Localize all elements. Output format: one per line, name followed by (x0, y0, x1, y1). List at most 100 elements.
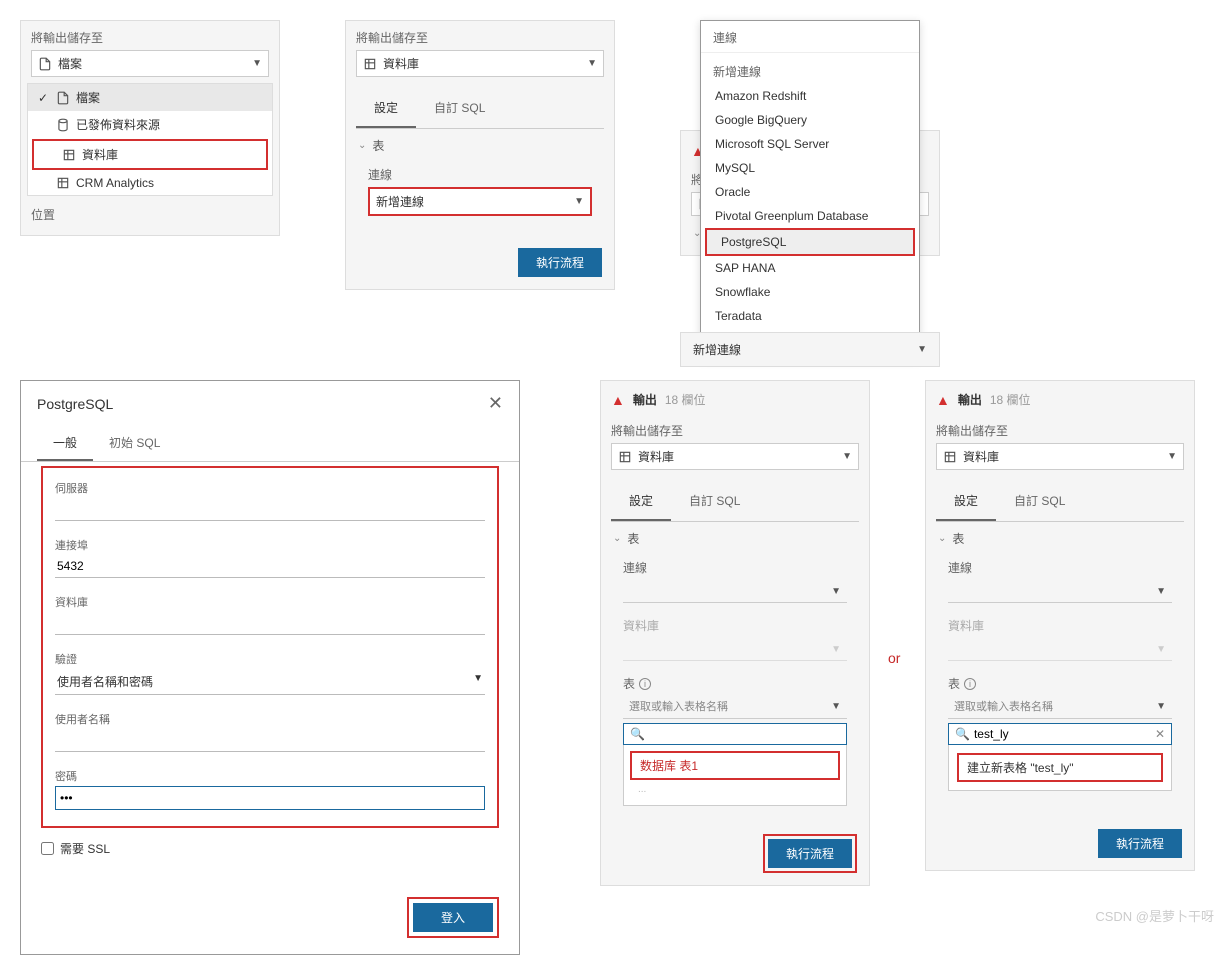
dropdown-list: ✓ 檔案 已發佈資料來源 資料庫 CRM Analytics (27, 83, 273, 196)
connection-select[interactable]: ▼ (948, 580, 1172, 603)
search-icon: 🔍 (630, 727, 645, 741)
table-section[interactable]: ⌄ 表 (601, 522, 869, 555)
database-input[interactable] (55, 612, 485, 635)
chevron-down-icon: ⌄ (613, 533, 621, 544)
select-value: 資料庫 (638, 448, 674, 465)
table-label: 表 (627, 530, 639, 547)
connection-select[interactable]: 新增連線 ▼ (368, 187, 592, 216)
tab-settings[interactable]: 設定 (936, 482, 996, 521)
new-conn-select[interactable]: 新增連線 ▼ (681, 333, 939, 366)
table-section[interactable]: ⌄ 表 (346, 129, 614, 162)
table-section[interactable]: ⌄ 表 (926, 522, 1194, 555)
conn-mysql[interactable]: MySQL (701, 156, 919, 180)
output-label: 輸出 (958, 391, 982, 408)
port-label: 連接埠 (55, 537, 485, 553)
option-published[interactable]: 已發佈資料來源 (28, 111, 272, 138)
run-flow-button[interactable]: 執行流程 (1098, 829, 1182, 858)
output-type-select[interactable]: 資料庫 ▼ (611, 443, 859, 470)
connection-header: 連線 (701, 21, 919, 48)
output-type-select[interactable]: 資料庫 ▼ (936, 443, 1184, 470)
caret-down-icon: ▼ (1167, 451, 1177, 462)
caret-down-icon: ▼ (831, 701, 841, 712)
server-input[interactable] (55, 498, 485, 521)
option-label: 已發佈資料來源 (76, 116, 160, 133)
conn-saphana[interactable]: SAP HANA (701, 256, 919, 280)
database-icon (363, 57, 377, 71)
caret-down-icon: ▼ (473, 673, 483, 690)
dialog-title: PostgreSQL (37, 396, 113, 412)
password-label: 密碼 (55, 768, 485, 784)
run-flow-button[interactable]: 執行流程 (768, 839, 852, 868)
table-search-input[interactable] (974, 727, 1151, 741)
option-file[interactable]: ✓ 檔案 (28, 84, 272, 111)
tab-settings[interactable]: 設定 (356, 89, 416, 128)
login-button[interactable]: 登入 (413, 903, 493, 932)
table-label: 表 (952, 530, 964, 547)
conn-postgresql[interactable]: PostgreSQL (705, 228, 915, 256)
close-icon[interactable]: ✕ (488, 393, 503, 414)
connection-select[interactable]: ▼ (623, 580, 847, 603)
tab-settings[interactable]: 設定 (611, 482, 671, 521)
output-type-select[interactable]: 資料庫 ▼ (356, 50, 604, 77)
table-field-label: 表 (623, 675, 635, 692)
port-input[interactable] (55, 555, 485, 578)
conn-snowflake[interactable]: Snowflake (701, 280, 919, 304)
table-select[interactable]: 選取或輸入表格名稱 ▼ (623, 694, 847, 719)
warning-icon: ▲ (936, 392, 950, 408)
output-label: 輸出 (633, 391, 657, 408)
file-icon (38, 57, 52, 71)
conn-mssql[interactable]: Microsoft SQL Server (701, 132, 919, 156)
option-crm[interactable]: CRM Analytics (28, 171, 272, 195)
save-output-panel-2: 將輸出儲存至 資料庫 ▼ 設定 自訂 SQL ⌄ 表 連線 新增連線 ▼ 執行流… (345, 20, 615, 290)
result-item[interactable]: 数据库 表1 (630, 751, 840, 780)
save-to-label: 將輸出儲存至 (356, 29, 604, 46)
database-icon (618, 450, 632, 464)
cylinder-icon (56, 118, 70, 132)
ssl-checkbox[interactable] (41, 842, 54, 855)
password-input[interactable] (55, 786, 485, 810)
table-label: 表 (372, 137, 384, 154)
result-placeholder: ... (630, 780, 840, 799)
search-results: 数据库 表1 ... (623, 745, 847, 806)
tab-sql[interactable]: 自訂 SQL (671, 482, 758, 521)
search-results: 建立新表格 "test_ly" (948, 745, 1172, 791)
caret-down-icon: ▼ (842, 451, 852, 462)
run-flow-button[interactable]: 執行流程 (518, 248, 602, 277)
conn-teradata[interactable]: Teradata (701, 304, 919, 328)
conn-redshift[interactable]: Amazon Redshift (701, 84, 919, 108)
connection-dropdown: 連線 新增連線 Amazon Redshift Google BigQuery … (700, 20, 920, 359)
username-input[interactable] (55, 729, 485, 752)
conn-bigquery[interactable]: Google BigQuery (701, 108, 919, 132)
output-type-select[interactable]: 檔案 ▼ (31, 50, 269, 77)
connection-label: 連線 (948, 559, 1172, 576)
caret-down-icon: ▼ (831, 644, 841, 655)
tab-initsql[interactable]: 初始 SQL (93, 426, 176, 461)
search-icon: 🔍 (955, 727, 970, 741)
new-conn-select-bg: 新增連線 ▼ (680, 332, 940, 367)
option-database[interactable]: 資料庫 (32, 139, 268, 170)
conn-greenplum[interactable]: Pivotal Greenplum Database (701, 204, 919, 228)
auth-select[interactable]: 使用者名稱和密碼 ▼ (55, 669, 485, 695)
table-search-input[interactable] (649, 727, 840, 741)
conn-oracle[interactable]: Oracle (701, 180, 919, 204)
select-value: 新增連線 (693, 341, 741, 358)
tab-sql[interactable]: 自訂 SQL (996, 482, 1083, 521)
username-label: 使用者名稱 (55, 711, 485, 727)
chevron-down-icon: ⌄ (938, 533, 946, 544)
db-select[interactable]: ▼ (948, 638, 1172, 661)
table-select[interactable]: 選取或輸入表格名稱 ▼ (948, 694, 1172, 719)
table-search[interactable]: 🔍 ✕ (948, 723, 1172, 745)
caret-down-icon: ▼ (587, 58, 597, 69)
table-search[interactable]: 🔍 (623, 723, 847, 745)
select-value: 檔案 (58, 55, 82, 72)
create-table-option[interactable]: 建立新表格 "test_ly" (957, 753, 1163, 782)
option-label: 資料庫 (82, 146, 118, 163)
chevron-down-icon: ⌄ (358, 140, 366, 151)
table-hint: 選取或輸入表格名稱 (954, 698, 1053, 714)
tab-sql[interactable]: 自訂 SQL (416, 89, 503, 128)
clear-icon[interactable]: ✕ (1155, 727, 1165, 741)
save-to-label: 將輸出儲存至 (611, 422, 859, 439)
tab-general[interactable]: 一般 (37, 426, 93, 461)
db-select[interactable]: ▼ (623, 638, 847, 661)
connection-label: 連線 (368, 166, 592, 183)
